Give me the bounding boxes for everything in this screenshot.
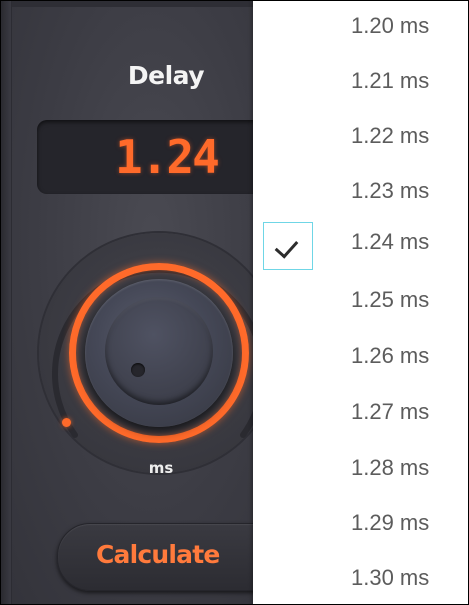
- option-label: 1.27 ms: [351, 399, 430, 424]
- option-label: 1.26 ms: [351, 343, 430, 368]
- option-label: 1.25 ms: [351, 287, 430, 312]
- option-label: 1.20 ms: [351, 13, 430, 38]
- panel-top-edge: [1, 1, 253, 7]
- dropdown-option[interactable]: 1.26 ms: [253, 331, 468, 385]
- checkmark-icon: [274, 234, 299, 259]
- knob-cap: [105, 297, 213, 405]
- selected-focus-box: [263, 222, 313, 270]
- unit-label: ms: [148, 459, 174, 477]
- dropdown-option[interactable]: 1.29 ms: [253, 498, 468, 552]
- option-label: 1.24 ms: [351, 229, 430, 254]
- option-label: 1.28 ms: [351, 455, 430, 480]
- dropdown-option[interactable]: 1.23 ms: [253, 166, 468, 220]
- dropdown-option-selected[interactable]: 1.24 ms: [253, 217, 468, 271]
- option-label: 1.23 ms: [351, 178, 430, 203]
- dropdown-option[interactable]: 1.22 ms: [253, 111, 468, 165]
- knob-indicator-dot: [131, 363, 145, 377]
- option-label: 1.22 ms: [351, 123, 430, 148]
- readout-value: 1.24: [115, 130, 220, 184]
- option-label: 1.29 ms: [351, 510, 430, 535]
- calculate-button[interactable]: Calculate: [57, 523, 253, 591]
- dropdown-option[interactable]: 1.20 ms: [253, 1, 468, 55]
- dropdown-option[interactable]: 1.25 ms: [253, 275, 468, 329]
- screenshot-frame: Delay 1.24 ms Calculate 1.20 ms 1.21 ms …: [0, 0, 469, 605]
- value-readout[interactable]: 1.24: [37, 120, 253, 194]
- dropdown-option[interactable]: 1.30 ms: [253, 553, 468, 604]
- panel-left-edge: [1, 1, 12, 604]
- option-label: 1.21 ms: [351, 68, 430, 93]
- delay-value-dropdown: 1.20 ms 1.21 ms 1.22 ms 1.23 ms 1.24 ms …: [253, 1, 468, 604]
- option-label: 1.30 ms: [351, 565, 430, 590]
- calculate-label: Calculate: [96, 540, 220, 569]
- dropdown-option[interactable]: 1.28 ms: [253, 443, 468, 497]
- parameter-title: Delay: [127, 61, 205, 90]
- dropdown-option[interactable]: 1.21 ms: [253, 56, 468, 110]
- knob-min-marker: [62, 418, 71, 427]
- dropdown-option[interactable]: 1.27 ms: [253, 387, 468, 441]
- delay-plugin-panel: Delay 1.24 ms Calculate: [1, 1, 253, 604]
